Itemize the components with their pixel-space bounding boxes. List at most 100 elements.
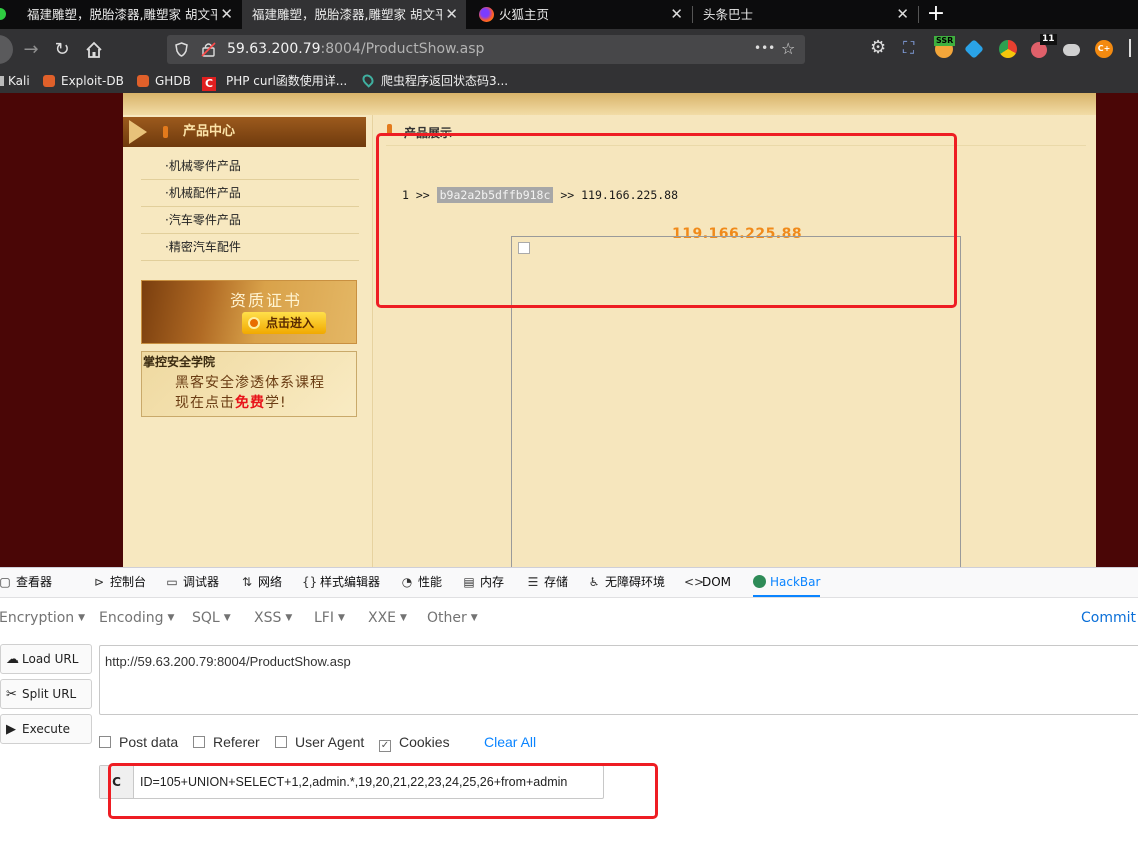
banner-line-2: 现在点击免费学! xyxy=(175,392,287,412)
address-bar[interactable]: 59.63.200.79:8004/ProductShow.asp ••• ☆ xyxy=(167,35,805,64)
certificate-banner[interactable]: 资质证书 点击进入 xyxy=(141,280,357,344)
load-url-button[interactable]: ☁ Load URL xyxy=(0,644,92,674)
menu-encoding[interactable]: Encoding ▼ xyxy=(99,610,174,626)
new-tab-button[interactable]: + xyxy=(926,0,946,29)
tab-4[interactable]: 头条巴士 ✕ xyxy=(693,0,917,29)
menu-xss[interactable]: XSS ▼ xyxy=(254,610,292,626)
option-label: User Agent xyxy=(295,734,365,750)
clear-all-link[interactable]: Clear All xyxy=(484,734,536,750)
bookmark-ghdb[interactable]: GHDB xyxy=(137,70,191,93)
cloud-extension-icon[interactable] xyxy=(1063,44,1080,56)
menu-xxe[interactable]: XXE ▼ xyxy=(368,610,407,626)
tab-style-editor[interactable]: {} 样式编辑器 xyxy=(302,568,380,597)
free-highlight: 免费 xyxy=(235,395,265,411)
tab-label: 无障碍环境 xyxy=(605,575,666,589)
referer-checkbox[interactable] xyxy=(193,736,205,748)
cookies-checkbox-checked[interactable]: ✓ xyxy=(379,740,391,752)
c-plus-extension-icon[interactable]: C+ xyxy=(1095,40,1113,58)
tab-inspector[interactable]: ▢ 查看器 xyxy=(0,568,52,597)
tab-dom[interactable]: <>DOM xyxy=(684,568,731,597)
accessibility-icon: ♿ xyxy=(588,575,600,589)
enter-button[interactable]: 点击进入 xyxy=(242,312,326,334)
home-icon[interactable] xyxy=(85,41,103,59)
post-data-checkbox[interactable] xyxy=(99,736,111,748)
close-icon[interactable]: ✕ xyxy=(220,0,233,29)
bookmark-kali[interactable]: Kali xyxy=(0,70,30,93)
pin-icon xyxy=(360,72,376,88)
inspector-icon: ▢ xyxy=(0,575,11,589)
url-text[interactable]: 59.63.200.79:8004/ProductShow.asp xyxy=(227,35,484,64)
tab-label: 调试器 xyxy=(183,575,220,589)
tab-1[interactable]: 福建雕塑，脱胎漆器,雕塑家 胡文平 ✕ xyxy=(17,0,241,29)
sidebar-item-mechanical-parts[interactable]: ·机械零件产品 xyxy=(141,153,359,180)
dom-icon: <> xyxy=(684,575,705,589)
site-header-band xyxy=(123,93,1096,115)
close-icon[interactable]: ✕ xyxy=(445,0,458,29)
storage-icon: ☰ xyxy=(527,575,539,589)
cookies-option[interactable]: ✓ Cookies xyxy=(379,734,450,752)
security-academy-banner[interactable]: 掌控安全学院 黑客安全渗透体系课程 现在点击免费学! xyxy=(141,351,357,417)
tab-memory[interactable]: ▤ 内存 xyxy=(462,568,504,597)
menu-lfi[interactable]: LFI ▼ xyxy=(314,610,345,626)
sidebar-item-mechanical-accessories[interactable]: ·机械配件产品 xyxy=(141,180,359,207)
caret-down-icon: ▼ xyxy=(285,613,293,623)
back-button[interactable] xyxy=(0,35,13,64)
bookmark-exploit-db[interactable]: Exploit-DB xyxy=(43,70,124,93)
tab-hackbar[interactable]: HackBar xyxy=(753,568,821,597)
url-textarea[interactable]: http://59.63.200.79:8004/ProductShow.asp xyxy=(99,645,1138,715)
sidebar-item-auto-parts[interactable]: ·汽车零件产品 xyxy=(141,207,359,234)
page-actions-menu-icon[interactable]: ••• xyxy=(754,35,775,62)
execute-button[interactable]: ▶ Execute xyxy=(0,714,92,744)
tab-3[interactable]: 火狐主页 ✕ xyxy=(467,0,691,29)
tab-accessibility[interactable]: ♿ 无障碍环境 xyxy=(587,568,665,597)
tab-network[interactable]: ⇅ 网络 xyxy=(240,568,282,597)
play-circle-icon: ▶ xyxy=(6,722,16,737)
settings-gear-icon[interactable]: ⚙ xyxy=(870,37,886,58)
split-url-button[interactable]: ✂ Split URL xyxy=(0,679,92,709)
commit-link[interactable]: Commit n xyxy=(1081,610,1138,626)
tab-storage[interactable]: ☰ 存储 xyxy=(526,568,568,597)
shield-icon[interactable] xyxy=(175,42,188,57)
tab-title: 头条巴士 xyxy=(703,7,754,22)
tab-label: 样式编辑器 xyxy=(320,575,381,589)
chrome-extension-icon[interactable] xyxy=(999,40,1017,58)
firefox-icon xyxy=(479,7,494,22)
insecure-lock-icon[interactable] xyxy=(201,42,216,57)
user-agent-checkbox[interactable] xyxy=(275,736,287,748)
bookmark-crawler[interactable]: 爬虫程序返回状态码3... xyxy=(360,70,508,93)
bookmark-label: PHP curl函数使用详... xyxy=(226,74,348,88)
scissors-icon: ✂ xyxy=(6,687,17,702)
caret-down-icon: ▼ xyxy=(470,613,478,623)
tab-label: HackBar xyxy=(770,575,821,589)
close-icon[interactable]: ✕ xyxy=(670,0,683,29)
referer-option[interactable]: Referer xyxy=(193,734,260,750)
csdn-icon: C xyxy=(202,77,216,91)
button-label: Execute xyxy=(22,722,70,736)
tab-2-active[interactable]: 福建雕塑，脱胎漆器,雕塑家 胡文平 ✕ xyxy=(242,0,466,29)
post-data-option[interactable]: Post data xyxy=(99,734,178,750)
menu-other[interactable]: Other ▼ xyxy=(427,610,478,626)
caret-down-icon: ▼ xyxy=(223,613,231,623)
reload-icon[interactable]: ↻ xyxy=(49,29,75,70)
annotation-highlight-result xyxy=(376,133,957,308)
cube-extension-icon[interactable] xyxy=(964,39,984,59)
tab-label: 性能 xyxy=(418,575,443,589)
memory-icon: ▤ xyxy=(463,575,475,589)
close-icon[interactable]: ✕ xyxy=(896,0,909,29)
screenshot-crop-icon[interactable]: ⛶ xyxy=(903,38,914,58)
tab-console[interactable]: ⊳ 控制台 xyxy=(92,568,146,597)
tab-strip: 福建雕塑，脱胎漆器,雕塑家 胡文平 ✕ 福建雕塑，脱胎漆器,雕塑家 胡文平 ✕ … xyxy=(0,0,1138,29)
menu-sql[interactable]: SQL ▼ xyxy=(192,610,231,626)
tab-label: 控制台 xyxy=(110,575,147,589)
bookmark-php-curl[interactable]: C PHP curl函数使用详... xyxy=(202,70,347,93)
bookmark-star-icon[interactable]: ☆ xyxy=(781,40,795,58)
url-path: :8004/ProductShow.asp xyxy=(320,41,485,57)
sidebar-item-precision-auto-parts[interactable]: ·精密汽车配件 xyxy=(141,234,359,261)
user-agent-option[interactable]: User Agent xyxy=(275,734,364,750)
menu-encryption[interactable]: Encryption ▼ xyxy=(0,610,85,626)
tab-performance[interactable]: ◔ 性能 xyxy=(400,568,442,597)
overflow-menu-icon[interactable] xyxy=(1129,39,1138,57)
menu-label: Encoding xyxy=(99,610,164,626)
forward-arrow-icon[interactable]: → xyxy=(18,29,44,70)
tab-debugger[interactable]: ▭ 调试器 xyxy=(165,568,219,597)
